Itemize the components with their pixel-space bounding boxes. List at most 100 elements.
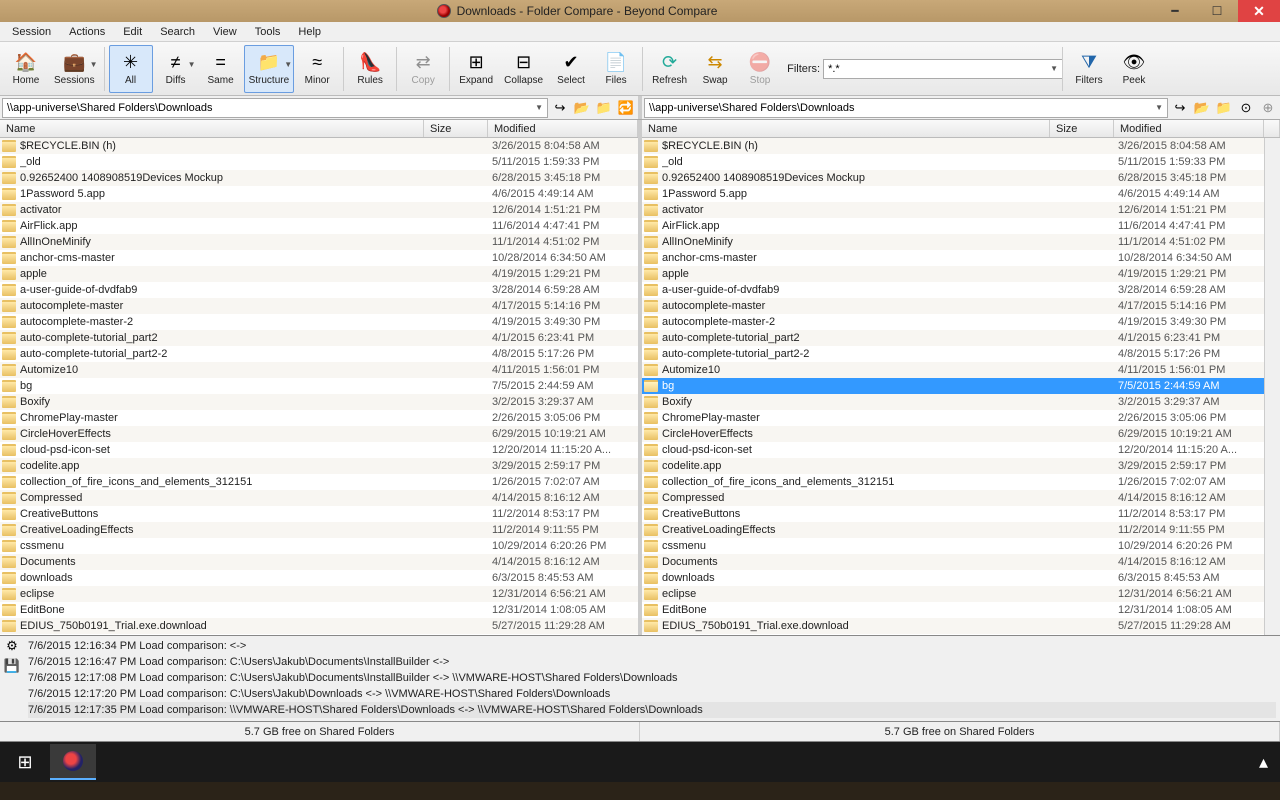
filters-button[interactable]: ⧩Filters [1067,45,1111,93]
back-icon[interactable]: ⊙ [1236,98,1256,118]
table-row[interactable]: anchor-cms-master10/28/2014 6:34:50 AM [0,250,638,266]
table-row[interactable]: downloads6/3/2015 8:45:53 AM [642,570,1264,586]
filters-input[interactable] [823,59,1063,79]
table-row[interactable]: autocomplete-master4/17/2015 5:14:16 PM [642,298,1264,314]
folder-open-icon[interactable]: 📂 [1192,98,1212,118]
save-icon[interactable]: 💾 [4,658,20,674]
menu-help[interactable]: Help [290,24,329,40]
table-row[interactable]: bg7/5/2015 2:44:59 AM [642,378,1264,394]
table-row[interactable]: EDIUS_750b0191_Trial.exe.download5/27/20… [0,618,638,634]
right-path-input[interactable]: \\app-universe\Shared Folders\Downloads▼ [644,98,1168,118]
rules-button[interactable]: 👠Rules [348,45,392,93]
chevron-down-icon[interactable]: ▼ [1155,103,1163,112]
minor-button[interactable]: ≈Minor [295,45,339,93]
chevron-down-icon[interactable]: ▼ [1050,64,1058,73]
table-row[interactable]: Automize104/11/2015 1:56:01 PM [642,362,1264,378]
table-row[interactable]: CreativeLoadingEffects11/2/2014 9:11:55 … [642,522,1264,538]
start-button[interactable]: ⊞ [2,744,48,780]
table-row[interactable]: cloud-psd-icon-set12/20/2014 11:15:20 A.… [642,442,1264,458]
table-row[interactable]: AirFlick.app11/6/2014 4:47:41 PM [0,218,638,234]
chevron-down-icon[interactable]: ▼ [535,103,543,112]
table-row[interactable]: eclipse12/31/2014 6:56:21 AM [0,586,638,602]
table-row[interactable]: 1Password 5.app4/6/2015 4:49:14 AM [642,186,1264,202]
table-row[interactable]: Compressed4/14/2015 8:16:12 AM [0,490,638,506]
menu-session[interactable]: Session [4,24,59,40]
table-row[interactable]: Automize104/11/2015 1:56:01 PM [0,362,638,378]
table-row[interactable]: ChromePlay-master2/26/2015 3:05:06 PM [642,410,1264,426]
log-line[interactable]: 7/6/2015 12:17:35 PM Load comparison: \\… [28,702,1276,718]
maximize-button[interactable]: ☐ [1196,0,1238,22]
table-row[interactable]: _old5/11/2015 1:59:33 PM [0,154,638,170]
table-row[interactable]: Documents4/14/2015 8:16:12 AM [0,554,638,570]
table-row[interactable]: $RECYCLE.BIN (h)3/26/2015 8:04:58 AM [0,138,638,154]
table-row[interactable]: EditBone12/31/2014 1:08:05 AM [0,602,638,618]
table-row[interactable]: CreativeButtons11/2/2014 8:53:17 PM [642,506,1264,522]
table-row[interactable]: EDIUS_750b0191_Trial.exe.download5/27/20… [642,618,1264,634]
close-button[interactable]: ✕ [1238,0,1280,22]
table-row[interactable]: a-user-guide-of-dvdfab93/28/2014 6:59:28… [0,282,638,298]
table-row[interactable]: AirFlick.app11/6/2014 4:47:41 PM [642,218,1264,234]
table-row[interactable]: Compressed4/14/2015 8:16:12 AM [642,490,1264,506]
table-row[interactable]: CreativeLoadingEffects11/2/2014 9:11:55 … [0,522,638,538]
swap-button[interactable]: ⇆Swap [693,45,737,93]
table-row[interactable]: 0.92652400 1408908519Devices Mockup6/28/… [642,170,1264,186]
menu-actions[interactable]: Actions [61,24,113,40]
log-line[interactable]: 7/6/2015 12:17:08 PM Load comparison: C:… [28,670,1276,686]
table-row[interactable]: cloud-psd-icon-set12/20/2014 11:15:20 A.… [0,442,638,458]
table-row[interactable]: downloads6/3/2015 8:45:53 AM [0,570,638,586]
left-file-list[interactable]: $RECYCLE.BIN (h)3/26/2015 8:04:58 AM_old… [0,138,638,635]
table-row[interactable]: activator12/6/2014 1:51:21 PM [642,202,1264,218]
table-row[interactable]: 0.92652400 1408908519Devices Mockup6/28/… [0,170,638,186]
folder-open-icon[interactable]: 📂 [572,98,592,118]
select-button[interactable]: ✔Select [549,45,593,93]
table-row[interactable]: auto-complete-tutorial_part2-24/8/2015 5… [642,346,1264,362]
table-row[interactable]: Boxify3/2/2015 3:29:37 AM [642,394,1264,410]
stop-button[interactable]: ⛔Stop [738,45,782,93]
col-size[interactable]: Size [1050,120,1114,137]
table-row[interactable]: anchor-cms-master10/28/2014 6:34:50 AM [642,250,1264,266]
table-row[interactable]: autocomplete-master-24/19/2015 3:49:30 P… [642,314,1264,330]
table-row[interactable]: eclipse12/31/2014 6:56:21 AM [642,586,1264,602]
peek-button[interactable]: 👁Peek [1112,45,1156,93]
files-button[interactable]: 📄Files [594,45,638,93]
folder-browse-icon[interactable]: 📁 [594,98,614,118]
folder-sync-icon[interactable]: 🔁 [616,98,636,118]
table-row[interactable]: codelite.app3/29/2015 2:59:17 PM [0,458,638,474]
table-row[interactable]: cssmenu10/29/2014 6:20:26 PM [0,538,638,554]
table-row[interactable]: AllInOneMinify11/1/2014 4:51:02 PM [642,234,1264,250]
col-size[interactable]: Size [424,120,488,137]
same-button[interactable]: =Same [199,45,243,93]
table-row[interactable]: auto-complete-tutorial_part24/1/2015 6:2… [642,330,1264,346]
refresh-button[interactable]: ⟳Refresh [647,45,692,93]
structure-button[interactable]: 📁Structure▼ [244,45,295,93]
log-line[interactable]: 7/6/2015 12:16:34 PM Load comparison: <-… [28,638,1276,654]
log-lines[interactable]: 7/6/2015 12:16:34 PM Load comparison: <-… [24,636,1280,721]
home-button[interactable]: 🏠Home [4,45,48,93]
right-file-list[interactable]: $RECYCLE.BIN (h)3/26/2015 8:04:58 AM_old… [642,138,1264,635]
table-row[interactable]: CircleHoverEffects6/29/2015 10:19:21 AM [0,426,638,442]
expand-button[interactable]: ⊞Expand [454,45,498,93]
table-row[interactable]: _old5/11/2015 1:59:33 PM [642,154,1264,170]
minimize-button[interactable]: ━ [1154,0,1196,22]
table-row[interactable]: a-user-guide-of-dvdfab93/28/2014 6:59:28… [642,282,1264,298]
left-path-input[interactable]: \\app-universe\Shared Folders\Downloads▼ [2,98,548,118]
menu-edit[interactable]: Edit [115,24,150,40]
forward-icon[interactable]: ⊕ [1258,98,1278,118]
table-row[interactable]: auto-complete-tutorial_part2-24/8/2015 5… [0,346,638,362]
menu-tools[interactable]: Tools [247,24,289,40]
table-row[interactable]: apple4/19/2015 1:29:21 PM [642,266,1264,282]
table-row[interactable]: Documents4/14/2015 8:16:12 AM [642,554,1264,570]
folder-browse-icon[interactable]: 📁 [1214,98,1234,118]
col-modified[interactable]: Modified [488,120,638,137]
table-row[interactable]: ChromePlay-master2/26/2015 3:05:06 PM [0,410,638,426]
table-row[interactable]: 1Password 5.app4/6/2015 4:49:14 AM [0,186,638,202]
log-line[interactable]: 7/6/2015 12:17:20 PM Load comparison: C:… [28,686,1276,702]
table-row[interactable]: CreativeButtons11/2/2014 8:53:17 PM [0,506,638,522]
table-row[interactable]: apple4/19/2015 1:29:21 PM [0,266,638,282]
log-line[interactable]: 7/6/2015 12:16:47 PM Load comparison: C:… [28,654,1276,670]
table-row[interactable]: bg7/5/2015 2:44:59 AM [0,378,638,394]
menu-search[interactable]: Search [152,24,203,40]
table-row[interactable]: AllInOneMinify11/1/2014 4:51:02 PM [0,234,638,250]
table-row[interactable]: $RECYCLE.BIN (h)3/26/2015 8:04:58 AM [642,138,1264,154]
sessions-button[interactable]: 💼Sessions▼ [49,45,100,93]
